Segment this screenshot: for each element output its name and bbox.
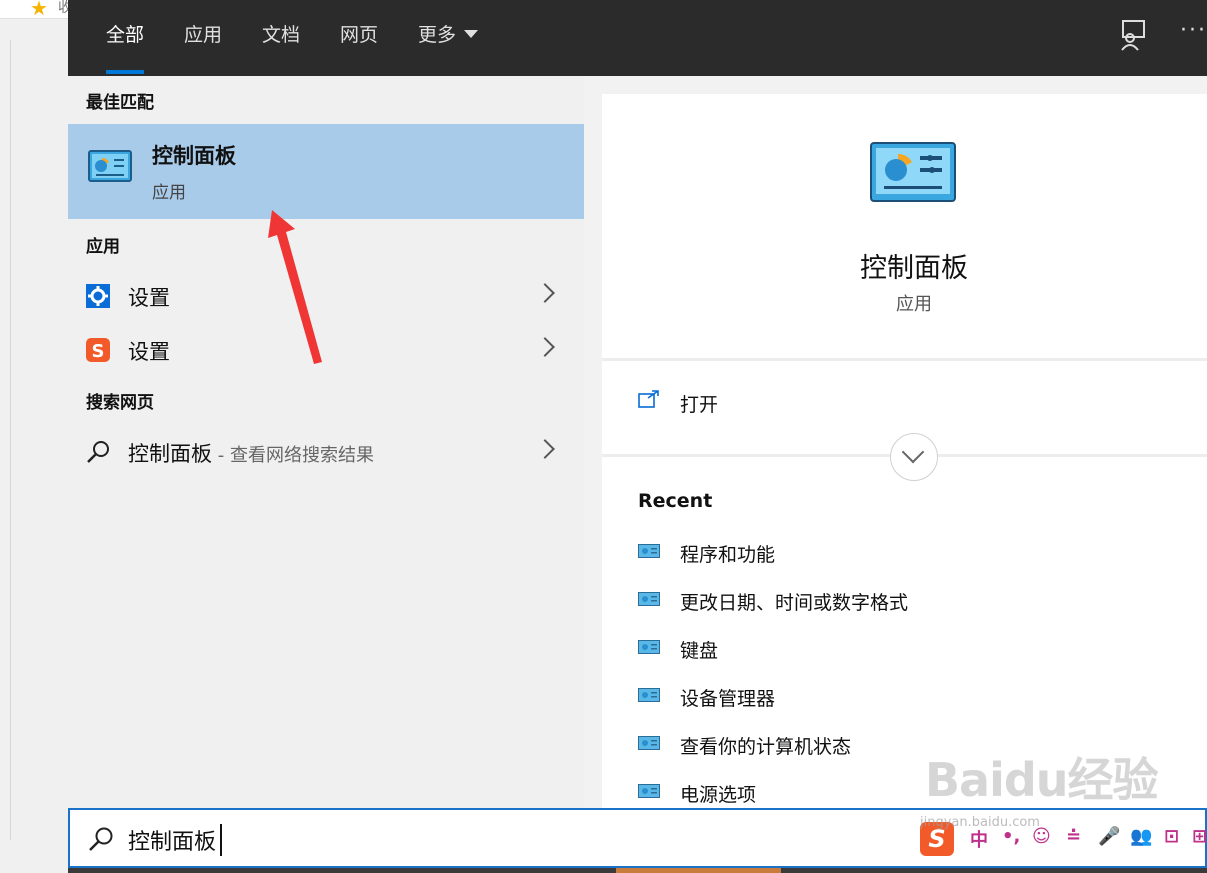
control-panel-small-icon <box>638 784 660 798</box>
web-result-query: 控制面板 <box>128 442 212 466</box>
control-panel-small-icon <box>638 640 660 654</box>
chevron-right-icon[interactable] <box>535 337 555 357</box>
expand-chevron-button[interactable] <box>890 433 938 481</box>
results-list: 最佳匹配 控制面板 应用 应用 设置 S 设置 搜索网页 控制面板 - 查看网络… <box>68 76 584 808</box>
control-panel-icon <box>88 150 132 182</box>
tab-all-label: 全部 <box>106 24 145 46</box>
tab-apps[interactable]: 应用 <box>184 0 222 76</box>
windows-search-panel: 全部 应用 文档 网页 更多 ··· 最佳匹配 控制面板 应用 应用 设置 S … <box>68 0 1207 873</box>
open-external-icon[interactable] <box>638 390 660 408</box>
taskbar-highlight <box>616 868 781 873</box>
recent-item-label: 键盘 <box>680 640 719 662</box>
tab-documents[interactable]: 文档 <box>262 0 300 76</box>
best-match-title: 控制面板 <box>152 144 236 168</box>
detail-title: 控制面板 <box>860 253 968 284</box>
recent-item-label: 设备管理器 <box>680 688 776 710</box>
control-panel-small-icon <box>638 688 660 702</box>
detail-subtitle: 应用 <box>896 294 932 315</box>
best-match-subtitle: 应用 <box>152 183 186 203</box>
control-panel-small-icon <box>638 544 660 558</box>
tab-web-label: 网页 <box>340 24 379 46</box>
svg-text:S: S <box>92 341 105 362</box>
settings-gear-icon <box>86 284 110 308</box>
section-best-match: 最佳匹配 <box>86 93 154 113</box>
ime-user-icon[interactable]: 👥 <box>1130 826 1152 847</box>
chevron-down-icon <box>464 29 479 38</box>
best-match-item[interactable]: 控制面板 应用 <box>68 124 584 219</box>
text-caret <box>220 824 222 856</box>
baidu-watermark-url: jingyan.baidu.com <box>920 815 1040 830</box>
ime-crop-icon[interactable]: ⊡ <box>1164 826 1179 847</box>
web-result-suffix: - 查看网络搜索结果 <box>212 445 374 466</box>
section-web: 搜索网页 <box>86 393 154 413</box>
baidu-watermark: Baidu经验 <box>925 753 1159 807</box>
web-result[interactable]: 控制面板 - 查看网络搜索结果 <box>68 428 584 478</box>
tab-more[interactable]: 更多 <box>418 0 479 76</box>
search-icon <box>89 827 113 851</box>
feedback-icon[interactable] <box>1118 18 1148 52</box>
detail-pane: 控制面板 应用 打开 Recent 程序和功能 更改日期、时间或数字格式 键盘 … <box>602 94 1207 808</box>
recent-item-label: 更改日期、时间或数字格式 <box>680 592 909 614</box>
tab-documents-label: 文档 <box>262 24 301 46</box>
control-panel-small-icon <box>638 736 660 750</box>
ime-softkeyboard-icon[interactable]: ≐ <box>1066 826 1081 847</box>
tab-apps-label: 应用 <box>184 24 223 46</box>
app-result-label: 设置 <box>128 286 170 310</box>
web-result-label: 控制面板 - 查看网络搜索结果 <box>128 438 374 468</box>
control-panel-large-icon <box>870 142 956 202</box>
ime-toolbox-icon[interactable]: ⊞ <box>1192 826 1207 847</box>
search-icon <box>87 441 109 463</box>
section-apps: 应用 <box>86 237 120 257</box>
chevron-right-icon[interactable] <box>535 283 555 303</box>
favorite-star-icon: ★ <box>30 0 48 20</box>
recent-item-label: 电源选项 <box>680 784 757 806</box>
background-edge <box>10 40 11 840</box>
more-options-icon[interactable]: ··· <box>1180 18 1207 43</box>
app-result-settings[interactable]: 设置 <box>68 272 584 322</box>
app-result-sogou-settings[interactable]: S 设置 <box>68 326 584 376</box>
ime-voice-icon[interactable]: 🎤 <box>1098 826 1120 847</box>
search-filter-bar: 全部 应用 文档 网页 更多 ··· <box>68 0 1207 76</box>
tab-more-label: 更多 <box>418 24 457 46</box>
app-result-label: 设置 <box>128 340 170 364</box>
control-panel-small-icon <box>638 592 660 606</box>
background-browser-window: ★ 收 <box>0 0 72 873</box>
tab-all[interactable]: 全部 <box>106 0 145 76</box>
tab-web[interactable]: 网页 <box>340 0 378 76</box>
recent-item-label: 查看你的计算机状态 <box>680 736 852 758</box>
recent-header: Recent <box>638 490 713 512</box>
chevron-right-icon[interactable] <box>535 439 555 459</box>
search-input[interactable]: 控制面板 <box>128 824 216 856</box>
divider <box>602 358 1207 361</box>
open-action[interactable]: 打开 <box>680 390 718 417</box>
recent-item-label: 程序和功能 <box>680 544 776 566</box>
sogou-s-icon: S <box>86 338 110 362</box>
